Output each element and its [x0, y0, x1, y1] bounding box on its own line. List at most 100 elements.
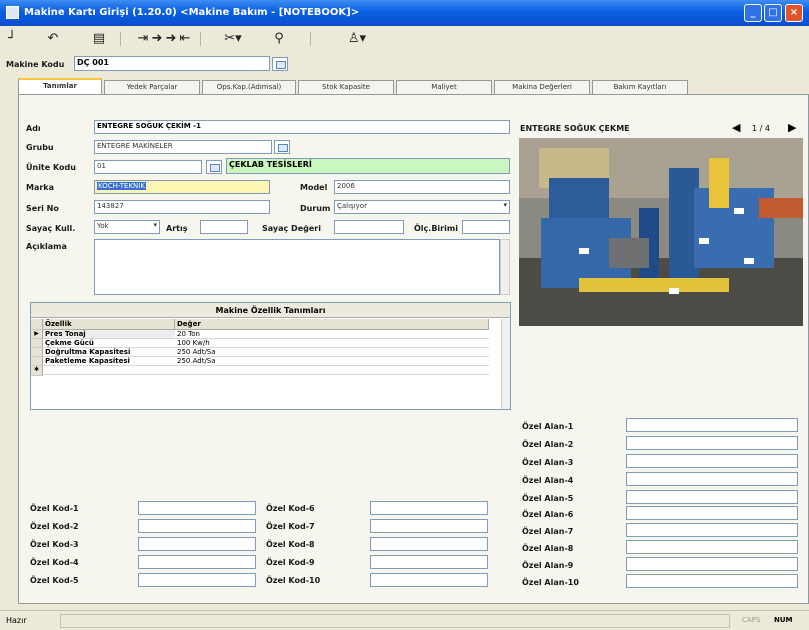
- new-row-value[interactable]: [175, 366, 489, 375]
- ozel-kod-9-field[interactable]: [370, 555, 488, 569]
- marka-field[interactable]: KOCH-TEKNIK: [94, 180, 270, 194]
- model-field[interactable]: 2006: [334, 180, 510, 194]
- olcu-birimi-field[interactable]: [462, 220, 510, 234]
- ozel-alan-1-field[interactable]: [626, 418, 798, 432]
- user-icon[interactable]: ♙▾: [345, 30, 369, 48]
- tab-makina-degerleri[interactable]: Makina Değerleri: [494, 80, 590, 94]
- tab-tanimlar[interactable]: Tanımlar: [18, 78, 102, 94]
- ozel-kod-1-field[interactable]: [138, 501, 256, 515]
- table-row-value[interactable]: 100 Kw/h: [175, 339, 489, 348]
- seri-field[interactable]: 143827: [94, 200, 270, 214]
- ozel-kod-5-field[interactable]: [138, 573, 256, 587]
- tab-stok-kapasite[interactable]: Stok Kapasite: [298, 80, 394, 94]
- table-row-name[interactable]: Çekme Gücü: [43, 339, 175, 348]
- minimize-button[interactable]: _: [744, 4, 762, 22]
- close-button[interactable]: ×: [785, 4, 803, 22]
- print-icon[interactable]: ▤: [90, 30, 108, 48]
- sayac-degeri-field[interactable]: [334, 220, 404, 234]
- ozel-alan-label: Özel Alan-10: [522, 578, 579, 587]
- new-row-name[interactable]: [43, 366, 175, 375]
- sayac-value: Yok: [97, 222, 109, 230]
- table-row-name[interactable]: Doğrultma Kapasitesi: [43, 348, 175, 357]
- ozel-alan-label: Özel Alan-3: [522, 458, 574, 467]
- filter-icon[interactable]: ⚲: [270, 30, 288, 48]
- ozel-kod-3-field[interactable]: [138, 537, 256, 551]
- artis-field[interactable]: [200, 220, 248, 234]
- ozel-kod-label: Özel Kod-9: [266, 558, 315, 567]
- status-text: Hazır: [6, 616, 27, 625]
- ozel-kod-6-field[interactable]: [370, 501, 488, 515]
- ozel-kod-10-field[interactable]: [370, 573, 488, 587]
- ozel-kod-label: Özel Kod-4: [30, 558, 79, 567]
- sayac-label: Sayaç Kull.: [26, 224, 76, 233]
- exit-icon[interactable]: ┘: [4, 30, 20, 48]
- marka-value: KOCH-TEKNIK: [97, 182, 146, 190]
- ozel-alan-5-field[interactable]: [626, 490, 798, 504]
- features-col-ozellik[interactable]: Özellik: [43, 319, 175, 330]
- ozel-kod-label: Özel Kod-8: [266, 540, 315, 549]
- table-row-value[interactable]: 250 Adt/Sa: [175, 348, 489, 357]
- olcu-birimi-label: Ölç.Birimi: [414, 224, 458, 233]
- ozel-alan-label: Özel Alan-7: [522, 527, 574, 536]
- ozel-kod-label: Özel Kod-2: [30, 522, 79, 531]
- maximize-button[interactable]: □: [764, 4, 782, 22]
- grubu-lookup-button[interactable]: [274, 140, 290, 154]
- ozel-alan-7-field[interactable]: [626, 523, 798, 537]
- machine-code-field[interactable]: DÇ 001: [74, 56, 270, 71]
- unite-label: Ünite Kodu: [26, 163, 76, 172]
- last-icon[interactable]: ⇤: [178, 30, 192, 48]
- grid-corner: [31, 319, 43, 330]
- ozel-kod-2-field[interactable]: [138, 519, 256, 533]
- tab-bakim-kayitlari[interactable]: Bakım Kayıtları: [592, 80, 688, 94]
- grid-scrollbar[interactable]: [501, 319, 510, 409]
- prev-icon[interactable]: ➜: [150, 30, 164, 48]
- row-selector: [31, 357, 43, 366]
- table-row-name[interactable]: Pres Tonaj: [43, 330, 175, 339]
- photo-prev-icon[interactable]: ◀: [732, 121, 740, 134]
- features-col-deger[interactable]: Değer: [175, 319, 489, 330]
- ad-field[interactable]: ENTEGRE SOĞUK ÇEKİM -1: [94, 120, 510, 134]
- tab-maliyet[interactable]: Maliyet: [396, 80, 492, 94]
- app-icon: [6, 6, 19, 19]
- table-row-value[interactable]: 250 Adt/Sa: [175, 357, 489, 366]
- durum-select[interactable]: Çalışıyor ▾: [334, 200, 510, 214]
- next-icon[interactable]: ➜: [164, 30, 178, 48]
- unite-lookup-button[interactable]: [206, 160, 222, 174]
- model-label: Model: [300, 183, 328, 192]
- ozel-alan-6-field[interactable]: [626, 506, 798, 520]
- ozel-alan-4-field[interactable]: [626, 472, 798, 486]
- table-row-name[interactable]: Paketleme Kapasitesi: [43, 357, 175, 366]
- undo-icon[interactable]: ↶: [44, 30, 62, 48]
- tab-ops-kap[interactable]: Ops.Kap.(Adımsal): [202, 80, 296, 94]
- grubu-field[interactable]: ENTEGRE MAKİNELER: [94, 140, 272, 154]
- ozel-alan-2-field[interactable]: [626, 436, 798, 450]
- photo-caption: ENTEGRE SOĞUK ÇEKME: [520, 124, 630, 133]
- unite-field[interactable]: 01: [94, 160, 202, 174]
- table-row-value[interactable]: 20 Ton: [175, 330, 489, 339]
- delete-icon[interactable]: ✂▾: [220, 30, 246, 48]
- new-row-icon[interactable]: ✱: [31, 366, 43, 376]
- ozel-alan-10-field[interactable]: [626, 574, 798, 588]
- sayac-select[interactable]: Yok ▾: [94, 220, 160, 234]
- ozel-kod-4-field[interactable]: [138, 555, 256, 569]
- machine-code-lookup-button[interactable]: [272, 57, 288, 71]
- aciklama-field[interactable]: [94, 239, 500, 295]
- ozel-kod-8-field[interactable]: [370, 537, 488, 551]
- chevron-down-icon: ▾: [503, 201, 507, 209]
- ozel-kod-7-field[interactable]: [370, 519, 488, 533]
- marka-label: Marka: [26, 183, 55, 192]
- durum-label: Durum: [300, 204, 331, 213]
- ozel-alan-8-field[interactable]: [626, 540, 798, 554]
- row-pointer-icon: ▶: [31, 330, 43, 339]
- photo-next-icon[interactable]: ▶: [788, 121, 796, 134]
- ozel-alan-3-field[interactable]: [626, 454, 798, 468]
- aciklama-scrollbar[interactable]: [500, 239, 510, 295]
- first-icon[interactable]: ⇥: [136, 30, 150, 48]
- grubu-label: Grubu: [26, 143, 54, 152]
- photo-page: 1 / 4: [752, 124, 770, 133]
- title-bar: Makine Kartı Girişi (1.20.0) <Makine Bak…: [0, 0, 809, 26]
- durum-value: Çalışıyor: [337, 202, 367, 210]
- sayac-degeri-label: Sayaç Değeri: [262, 224, 321, 233]
- ozel-alan-9-field[interactable]: [626, 557, 798, 571]
- tab-yedek-parcalar[interactable]: Yedek Parçalar: [104, 80, 200, 94]
